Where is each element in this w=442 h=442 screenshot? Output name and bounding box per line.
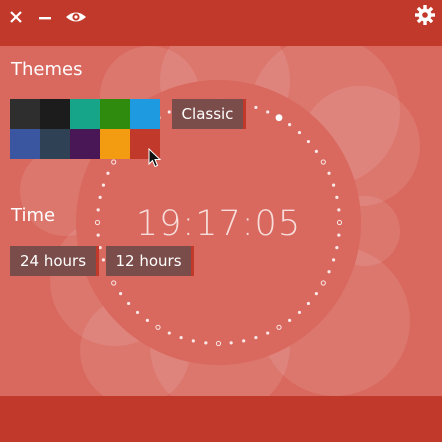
dial-minute-mark xyxy=(191,339,195,343)
format-12-hours-button[interactable]: 12 hours xyxy=(106,246,194,276)
dial-minute-mark xyxy=(204,341,208,345)
dial-minute-mark xyxy=(145,318,149,322)
dial-minute-mark xyxy=(179,335,183,340)
dial-minute-mark xyxy=(297,310,302,315)
dial-minute-mark xyxy=(297,130,302,135)
dial-hour-mark xyxy=(215,340,222,347)
dial-hour-mark xyxy=(155,324,161,330)
dial-minute-mark xyxy=(331,258,336,262)
theme-swatch[interactable] xyxy=(40,99,70,129)
theme-swatch[interactable] xyxy=(10,99,40,129)
dial-minute-mark xyxy=(335,195,339,199)
mouse-cursor-icon xyxy=(148,148,162,168)
dial-minute-mark xyxy=(331,183,336,187)
theme-swatch[interactable] xyxy=(130,99,160,129)
dial-minute-mark xyxy=(229,341,233,345)
dial-minute-mark xyxy=(266,110,270,114)
format-24-hours-button[interactable]: 24 hours xyxy=(10,246,99,276)
visibility-button[interactable] xyxy=(65,6,87,28)
dial-minute-mark xyxy=(135,310,140,315)
dial-minute-mark xyxy=(254,335,258,340)
dial-minute-mark xyxy=(119,292,123,296)
gear-icon xyxy=(415,5,435,25)
theme-swatch[interactable] xyxy=(70,129,100,159)
dial-minute-mark xyxy=(101,258,106,262)
close-button[interactable] xyxy=(8,6,24,28)
theme-swatch[interactable] xyxy=(70,99,100,129)
dial-minute-mark xyxy=(306,301,311,306)
theme-swatch[interactable] xyxy=(100,129,130,159)
dial-minute-mark xyxy=(106,171,110,175)
dial-minute-mark xyxy=(98,246,102,250)
dial-minute-mark xyxy=(126,301,131,306)
dial-hour-mark xyxy=(276,324,282,330)
theme-swatch-grid xyxy=(10,99,160,159)
close-icon xyxy=(10,11,22,23)
dial-hour-mark xyxy=(111,159,117,165)
dial-hour-mark xyxy=(320,280,326,286)
dial-minute-mark xyxy=(335,246,339,250)
dial-minute-mark xyxy=(327,171,331,175)
dial-minute-mark xyxy=(327,270,331,274)
time-heading: Time xyxy=(11,205,56,226)
dial-minute-mark xyxy=(167,331,171,335)
dial-minute-mark xyxy=(101,183,106,187)
dial-minute-mark xyxy=(314,149,318,153)
minimize-button[interactable] xyxy=(37,6,53,28)
eye-icon xyxy=(66,12,86,22)
dial-minute-mark xyxy=(167,110,171,114)
dial-hour-mark xyxy=(111,280,117,286)
dial-minute-mark xyxy=(314,292,318,296)
classic-theme-button[interactable]: Classic xyxy=(172,99,246,129)
dial-minute-mark xyxy=(288,123,292,127)
theme-swatch[interactable] xyxy=(100,99,130,129)
dial-minute-mark xyxy=(288,318,292,322)
dial-minute-mark xyxy=(306,139,311,144)
settings-button[interactable] xyxy=(414,4,436,26)
dial-hour-mark xyxy=(320,159,326,165)
dial-minute-mark xyxy=(266,331,270,335)
digital-time: 19:17:05 xyxy=(135,204,302,244)
dial-minute-mark xyxy=(98,195,102,199)
dial-minute-mark xyxy=(242,339,246,343)
themes-heading: Themes xyxy=(11,59,83,80)
theme-swatch[interactable] xyxy=(10,129,40,159)
bottom-bar xyxy=(0,396,442,442)
second-indicator xyxy=(275,114,283,122)
dial-minute-mark xyxy=(254,105,258,110)
minimize-icon xyxy=(39,17,51,20)
theme-swatch[interactable] xyxy=(40,129,70,159)
